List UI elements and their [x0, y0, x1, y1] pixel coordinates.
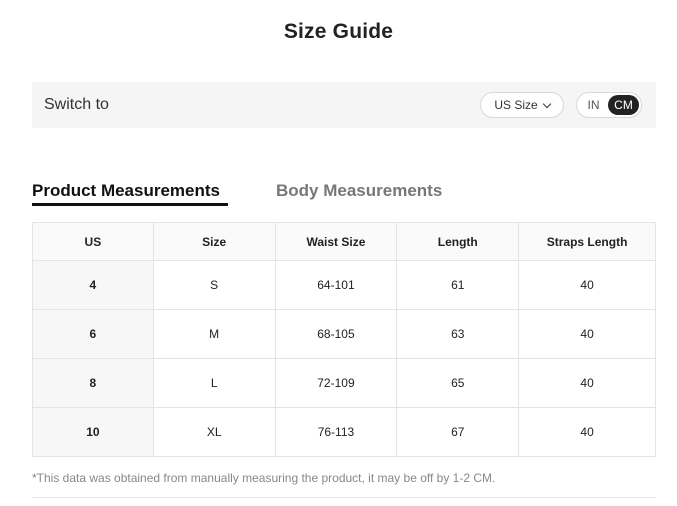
table-cell: 63: [396, 309, 520, 359]
unit-option-cm[interactable]: CM: [608, 95, 639, 115]
table-cell: S: [152, 260, 276, 310]
table-cell: 10: [32, 407, 154, 457]
table-cell: 4: [32, 260, 154, 310]
active-tab-indicator: [32, 203, 228, 206]
table-row: 4 S 64-101 61 40: [32, 260, 656, 310]
table-cell: M: [152, 309, 276, 359]
table-cell: 61: [396, 260, 520, 310]
page-title: Size Guide: [283, 20, 394, 43]
tab-body-measurements[interactable]: Body Measurements: [276, 181, 442, 201]
table-cell: 68-105: [274, 309, 398, 359]
table-header-row: US Size Waist Size Length Straps Length: [32, 222, 656, 261]
table-cell: 76-113: [274, 407, 398, 457]
unit-switch-bar: Switch to US Size IN CM: [32, 82, 656, 128]
tab-product-measurements[interactable]: Product Measurements: [32, 181, 220, 201]
table-row: 10 XL 76-113 67 40: [32, 407, 656, 457]
table-cell: 40: [518, 358, 656, 408]
table-cell: 64-101: [274, 260, 398, 310]
switch-label: Switch to: [44, 96, 109, 113]
table-cell: L: [152, 358, 276, 408]
table-cell: 40: [518, 309, 656, 359]
table-cell: 67: [396, 407, 520, 457]
table-row: 6 M 68-105 63 40: [32, 309, 656, 359]
size-table: US Size Waist Size Length Straps Length …: [32, 222, 656, 457]
unit-option-in[interactable]: IN: [579, 95, 608, 115]
size-system-select[interactable]: US Size: [480, 92, 564, 118]
divider: [32, 497, 656, 498]
table-row: 8 L 72-109 65 40: [32, 358, 656, 408]
table-cell: 65: [396, 358, 520, 408]
column-header: US: [32, 222, 154, 261]
measurement-footnote: *This data was obtained from manually me…: [32, 471, 496, 485]
column-header: Length: [396, 222, 520, 261]
table-cell: XL: [152, 407, 276, 457]
chevron-down-icon: [542, 99, 551, 108]
table-cell: 40: [518, 260, 656, 310]
table-cell: 6: [32, 309, 154, 359]
size-system-value: US Size: [494, 98, 538, 112]
column-header: Straps Length: [518, 222, 656, 261]
table-cell: 8: [32, 358, 154, 408]
column-header: Size: [152, 222, 276, 261]
unit-toggle[interactable]: IN CM: [576, 92, 642, 118]
table-cell: 40: [518, 407, 656, 457]
column-header: Waist Size: [274, 222, 398, 261]
table-cell: 72-109: [274, 358, 398, 408]
